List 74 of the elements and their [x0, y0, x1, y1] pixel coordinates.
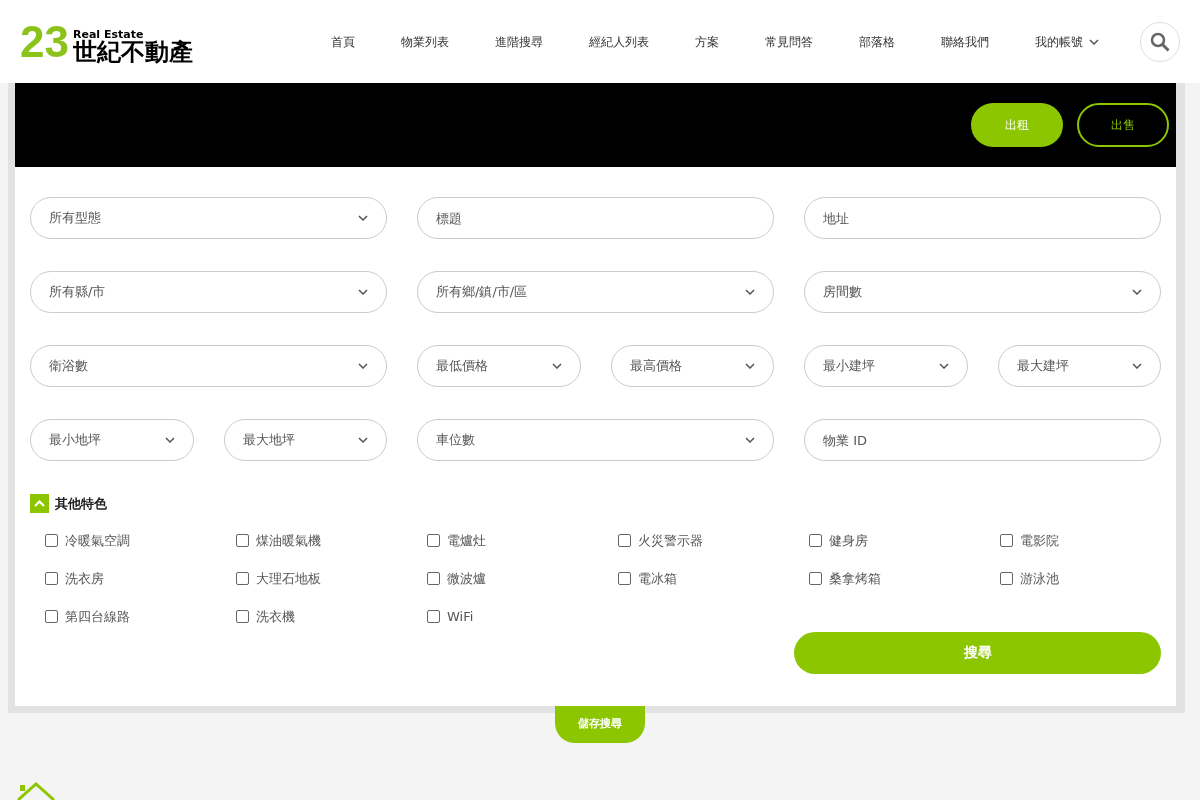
feature-checkbox[interactable]: 冷暖氣空調: [45, 521, 206, 560]
chevron-down-icon: [164, 437, 175, 443]
chevron-down-icon: [551, 363, 562, 369]
nav-link[interactable]: 進階搜尋: [472, 32, 566, 51]
feature-checkbox[interactable]: 游泳池: [1000, 559, 1161, 598]
feature-checkbox[interactable]: 電冰箱: [618, 559, 779, 598]
house-icon: [16, 782, 56, 800]
checkbox[interactable]: [236, 610, 249, 623]
input-field[interactable]: 標題: [417, 197, 774, 239]
feature-checkbox[interactable]: 第四台線路: [45, 597, 206, 636]
feature-checkbox[interactable]: 洗衣房: [45, 559, 206, 598]
checkbox[interactable]: [1000, 534, 1013, 547]
chevron-down-icon: [745, 437, 755, 443]
feature-checkbox[interactable]: 大理石地板: [236, 559, 397, 598]
collapse-toggle[interactable]: [30, 494, 49, 514]
chevron-up-icon: [34, 500, 45, 508]
chevron-down-icon: [358, 289, 368, 295]
checkbox[interactable]: [236, 572, 249, 585]
select-field[interactable]: 最大建坪: [997, 345, 1161, 387]
feature-checkbox[interactable]: 火災警示器: [618, 521, 779, 560]
chevron-down-icon: [358, 363, 368, 369]
input-field[interactable]: 物業 ID: [804, 419, 1161, 461]
checkbox[interactable]: [809, 534, 822, 547]
select-field[interactable]: 所有鄉/鎮/市/區: [417, 271, 774, 313]
select-field[interactable]: 最大地坪: [223, 419, 387, 461]
chevron-down-icon: [745, 289, 755, 295]
feature-checkbox[interactable]: 健身房: [809, 521, 970, 560]
select-field[interactable]: 所有縣/市: [30, 271, 387, 313]
select-field[interactable]: 最高價格: [610, 345, 774, 387]
checkbox[interactable]: [427, 572, 440, 585]
feature-checkbox[interactable]: 煤油暖氣機: [236, 521, 397, 560]
search-icon: [1150, 31, 1170, 52]
nav-link[interactable]: 物業列表: [378, 32, 472, 51]
select-field[interactable]: 衛浴數: [30, 345, 387, 387]
search-button[interactable]: [1140, 21, 1180, 62]
chevron-down-icon: [358, 215, 368, 221]
feature-checkbox[interactable]: 桑拿烤箱: [809, 559, 970, 598]
nav-link[interactable]: 我的帳號: [1012, 32, 1122, 51]
chevron-down-icon: [358, 437, 368, 443]
select-field[interactable]: 最低價格: [417, 345, 581, 387]
nav-link[interactable]: 方案: [672, 32, 742, 51]
checkbox[interactable]: [45, 572, 58, 585]
checkbox[interactable]: [809, 572, 822, 585]
checkbox[interactable]: [618, 534, 631, 547]
checkbox[interactable]: [1000, 572, 1013, 585]
nav-link[interactable]: 常見問答: [742, 32, 836, 51]
input-field[interactable]: 地址: [804, 197, 1161, 239]
select-field[interactable]: 所有型態: [30, 197, 387, 239]
select-field[interactable]: 最小地坪: [30, 419, 194, 461]
section-title: 其他特色: [55, 495, 107, 513]
feature-checkbox[interactable]: WiFi: [427, 597, 588, 636]
chevron-down-icon: [1132, 363, 1142, 369]
select-field[interactable]: 最小建坪: [804, 345, 968, 387]
nav-link[interactable]: 部落格: [836, 32, 918, 51]
feature-checkbox[interactable]: 洗衣機: [236, 597, 397, 636]
checkbox[interactable]: [236, 534, 249, 547]
chevron-down-icon: [1132, 289, 1142, 295]
select-field[interactable]: 車位數: [417, 419, 774, 461]
tab[interactable]: 出售: [1077, 103, 1169, 147]
checkbox[interactable]: [45, 534, 58, 547]
checkbox[interactable]: [618, 572, 631, 585]
select-field[interactable]: 房間數: [804, 271, 1161, 313]
chevron-down-icon: [1089, 38, 1099, 45]
checkbox[interactable]: [45, 610, 58, 623]
nav-link[interactable]: 首頁: [308, 32, 378, 51]
nav-link[interactable]: 聯絡我們: [918, 32, 1012, 51]
checkbox[interactable]: [427, 610, 440, 623]
feature-checkbox[interactable]: 電影院: [1000, 521, 1161, 560]
feature-checkbox[interactable]: 電爐灶: [427, 521, 588, 560]
chevron-down-icon: [745, 363, 755, 369]
chevron-down-icon: [938, 363, 949, 369]
feature-checkbox[interactable]: 微波爐: [427, 559, 588, 598]
nav-link[interactable]: 經紀人列表: [566, 32, 672, 51]
checkbox[interactable]: [427, 534, 440, 547]
